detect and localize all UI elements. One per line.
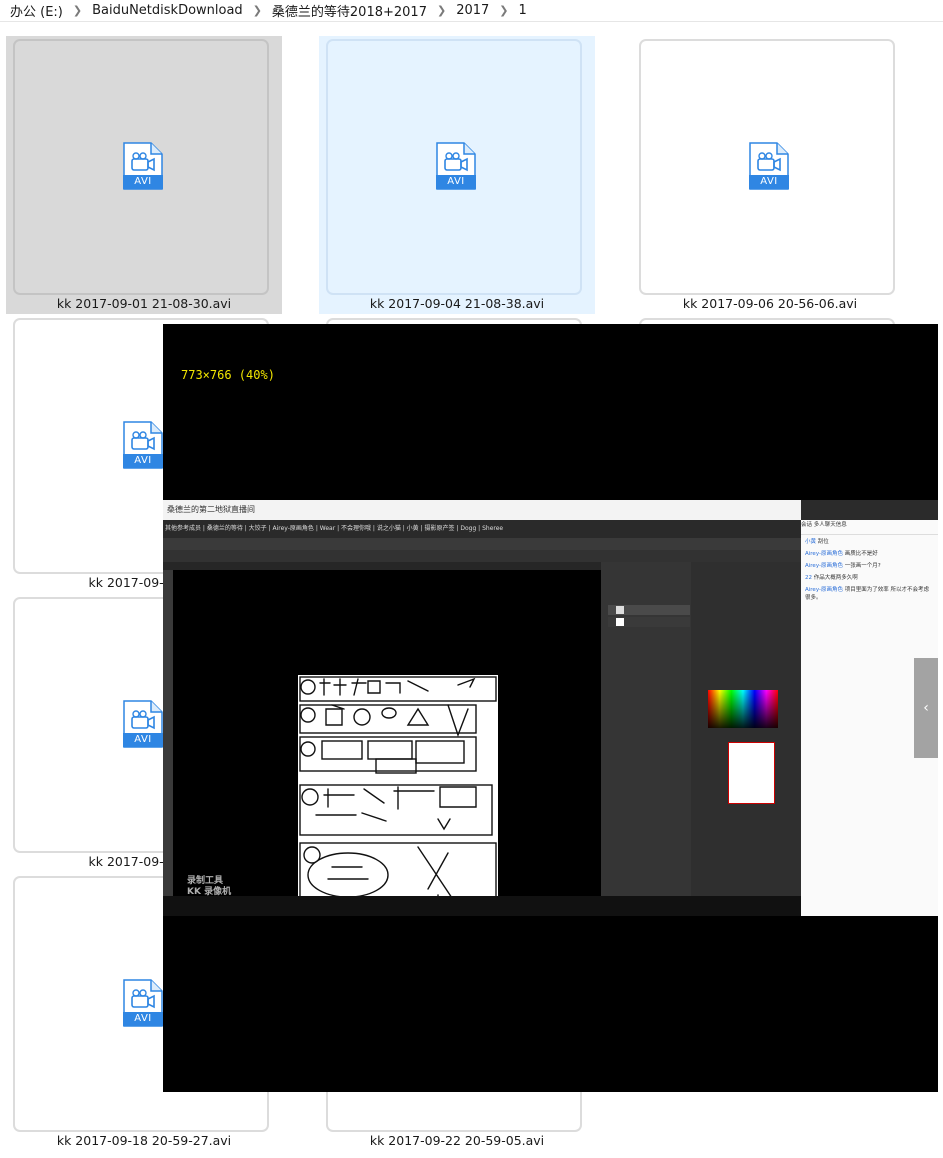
preview-toolbox <box>163 570 173 896</box>
chat-message: 小黄 刮位 <box>801 535 938 547</box>
chat-text: 刮位 <box>817 539 829 545</box>
chat-sender: Airey-原画角色 <box>805 563 843 569</box>
breadcrumb-drive[interactable]: 办公 (E:) <box>10 1 63 20</box>
file-type-tag: AVI <box>749 175 789 189</box>
video-file-icon: AVI <box>123 142 163 190</box>
preview-history-panel <box>691 562 801 896</box>
preview-document-tab <box>163 562 601 570</box>
chat-sender: 22 <box>805 575 812 581</box>
file-type-tag: AVI <box>123 454 163 468</box>
file-thumbnail: AVI <box>326 39 582 295</box>
chat-message: Airey-原画角色 画质比不是好 <box>801 547 938 559</box>
chevron-right-icon[interactable]: ❯ <box>499 4 508 17</box>
file-thumbnail: AVI <box>13 39 269 295</box>
layer-rows <box>608 605 690 627</box>
sketch-drawing <box>299 676 497 908</box>
chevron-right-icon[interactable]: ❯ <box>437 4 446 17</box>
chat-message: Airey-原画角色 一张画一个月? <box>801 559 938 571</box>
chat-text: 一张画一个月? <box>844 563 881 569</box>
watermark-line-1: 录制工具 <box>187 876 224 886</box>
video-file-icon: AVI <box>123 979 163 1027</box>
file-tile[interactable]: AVI kk 2017-09-01 21-08-30.avi <box>6 36 282 314</box>
file-name: kk 2017-09-04 21-08-38.avi <box>369 296 545 311</box>
preview-dimensions: 773×766 (40%) <box>181 368 275 382</box>
chat-tabs: 会话 多人聊天信息 <box>801 520 938 535</box>
color-picker-spectrum <box>708 690 778 728</box>
file-name: kk 2017-09-22 20-59-05.avi <box>369 1133 545 1148</box>
file-type-tag: AVI <box>123 175 163 189</box>
chevron-left-icon[interactable]: ‹ <box>914 658 938 758</box>
file-thumbnail: AVI <box>639 39 895 295</box>
file-name: kk 2017-09-18 20-59-27.avi <box>56 1133 232 1148</box>
chat-sender: 小黄 <box>805 539 817 545</box>
chat-sender: Airey-原画角色 <box>805 587 843 593</box>
video-preview-overlay[interactable]: 773×766 (40%) 桑德兰的第二地狱直播间 其他参考成员 | 桑德兰的等… <box>163 324 938 1092</box>
video-file-icon: AVI <box>123 421 163 469</box>
breadcrumb-folder-baidu[interactable]: BaiduNetdiskDownload <box>92 3 243 18</box>
file-type-tag: AVI <box>436 175 476 189</box>
chat-sender: Airey-原画角色 <box>805 551 843 557</box>
file-tile[interactable]: AVI kk 2017-09-04 21-08-38.avi <box>319 36 595 314</box>
breadcrumb: 办公 (E:) ❯ BaiduNetdiskDownload ❯ 桑德兰的等待2… <box>0 0 943 22</box>
file-tile[interactable]: AVI kk 2017-09-06 20-56-06.avi <box>632 36 908 314</box>
recorder-watermark: 录制工具 KK 录像机 <box>187 876 231 898</box>
chat-text: 画质比不是好 <box>844 551 878 557</box>
file-name: kk 2017-09-06 20-56-06.avi <box>682 296 858 311</box>
chevron-right-icon[interactable]: ❯ <box>253 4 262 17</box>
preview-menu-bar <box>163 538 801 550</box>
file-name: kk 2017-09-01 21-08-30.avi <box>56 296 232 311</box>
navigator-thumbnail <box>728 742 775 804</box>
video-file-icon: AVI <box>749 142 789 190</box>
chat-message: Airey-原画角色 项目里面为了效率 所以才不会考虑很多。 <box>801 583 938 603</box>
breadcrumb-folder-1[interactable]: 1 <box>519 3 527 18</box>
video-file-icon: AVI <box>436 142 476 190</box>
preview-frame: 桑德兰的第二地狱直播间 其他参考成员 | 桑德兰的等待 | 大饺子 | Aire… <box>163 500 938 916</box>
chat-text: 作品大概两多久啊 <box>813 575 858 581</box>
file-type-tag: AVI <box>123 1012 163 1026</box>
preview-window-title: 桑德兰的第二地狱直播间 <box>163 500 801 520</box>
chat-message: 22 作品大概两多久啊 <box>801 571 938 583</box>
breadcrumb-folder-sunderland[interactable]: 桑德兰的等待2018+2017 <box>272 1 427 20</box>
preview-bookmark-bar: 其他参考成员 | 桑德兰的等待 | 大饺子 | Airey-原画角色 | Wea… <box>163 520 801 538</box>
preview-canvas: 录制工具 KK 录像机 <box>173 570 601 916</box>
video-file-icon: AVI <box>123 700 163 748</box>
file-type-tag: AVI <box>123 733 163 747</box>
chevron-right-icon[interactable]: ❯ <box>73 4 82 17</box>
breadcrumb-folder-2017[interactable]: 2017 <box>456 3 489 18</box>
sketch-paper <box>298 675 498 916</box>
preview-options-bar <box>163 550 801 562</box>
preview-taskbar <box>163 896 801 916</box>
